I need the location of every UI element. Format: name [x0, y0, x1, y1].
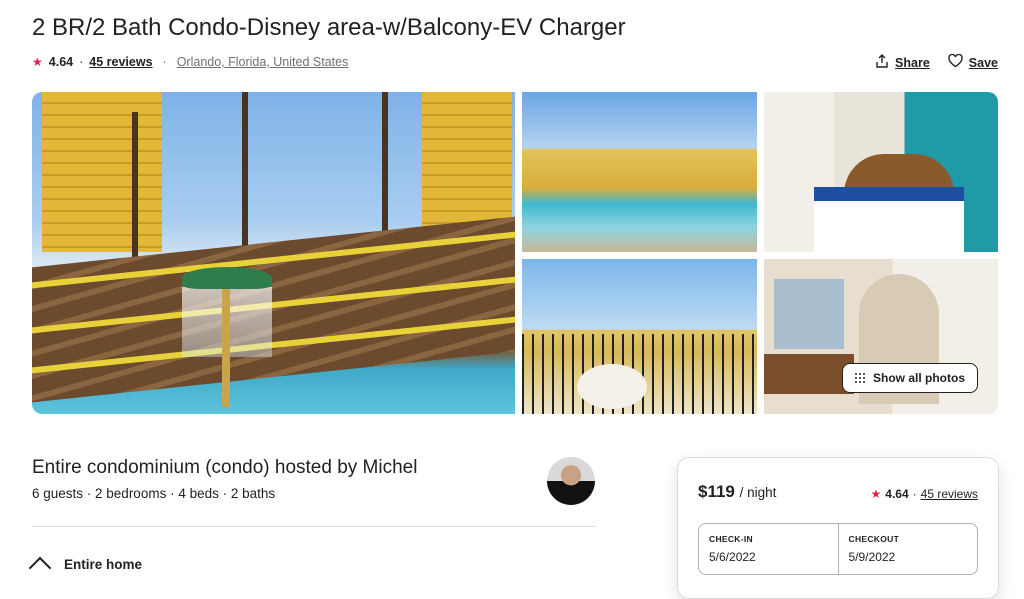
location-link[interactable]: Orlando, Florida, United States: [177, 55, 349, 69]
listing-actions: Share Save: [875, 53, 998, 71]
checkin-field[interactable]: CHECK-IN 5/6/2022: [699, 524, 838, 574]
booking-rating-value: 4.64: [885, 487, 909, 501]
home-icon: [28, 556, 52, 580]
share-button[interactable]: Share: [875, 54, 930, 71]
checkin-label: CHECK-IN: [709, 534, 753, 544]
booking-reviews-link[interactable]: 45 reviews: [921, 487, 978, 501]
show-all-label: Show all photos: [873, 371, 965, 385]
feature-row: Entire home: [28, 552, 143, 580]
price-unit: / night: [739, 485, 777, 500]
booking-card: $119 / night ★ 4.64 · 45 reviews CHECK-I…: [677, 457, 999, 599]
save-label: Save: [968, 55, 998, 70]
grid-dots-icon: [855, 373, 865, 383]
meta-separator: ·: [79, 55, 84, 69]
meta-separator: ·: [912, 487, 917, 501]
reviews-link[interactable]: 45 reviews: [89, 55, 152, 69]
star-icon: ★: [32, 55, 43, 69]
host-title: Entire condominium (condo) hosted by Mic…: [32, 457, 418, 478]
feature-label: Entire home: [64, 556, 143, 572]
listing-title: 2 BR/2 Bath Condo-Disney area-w/Balcony-…: [32, 14, 626, 41]
price-per-night: $119 / night: [698, 482, 776, 502]
booking-rating: ★ 4.64 · 45 reviews: [871, 487, 978, 501]
photo-bedroom[interactable]: [764, 92, 998, 252]
date-picker: CHECK-IN 5/6/2022 CHECKOUT 5/9/2022: [698, 523, 978, 575]
checkout-field[interactable]: CHECKOUT 5/9/2022: [837, 524, 978, 574]
checkout-label: CHECKOUT: [848, 534, 900, 544]
listing-meta: ★ 4.64 · 45 reviews · Orlando, Florida, …: [32, 55, 348, 69]
heart-icon: [948, 53, 963, 71]
photo-pool[interactable]: [522, 92, 757, 252]
host-avatar[interactable]: [547, 457, 595, 505]
star-icon: ★: [870, 487, 882, 501]
rating-value: 4.64: [48, 55, 74, 69]
photo-bathroom[interactable]: Show all photos: [764, 259, 998, 414]
listing-details: 6 guests · 2 bedrooms · 4 beds · 2 baths: [32, 486, 276, 501]
meta-separator: ·: [162, 55, 167, 69]
photo-gallery: Show all photos: [32, 92, 998, 414]
share-icon: [875, 54, 889, 71]
main-photo[interactable]: [32, 92, 515, 414]
share-label: Share: [895, 55, 930, 70]
show-all-photos-button[interactable]: Show all photos: [842, 363, 978, 393]
save-button[interactable]: Save: [948, 53, 998, 71]
photo-balcony[interactable]: [522, 259, 757, 414]
divider: [32, 526, 596, 527]
price-value: $119: [698, 482, 735, 501]
